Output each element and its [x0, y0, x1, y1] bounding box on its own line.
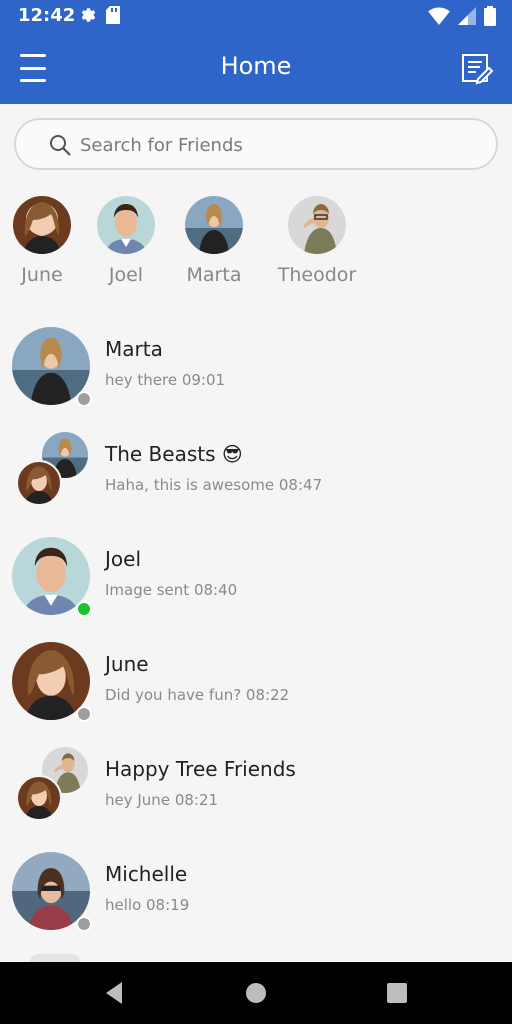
offline-status-dot — [76, 391, 92, 407]
avatar-wrap — [12, 537, 94, 619]
search-icon — [50, 135, 71, 156]
avatar-wrap — [12, 852, 94, 934]
avatar — [185, 196, 243, 254]
chat-item-marta[interactable]: Marta hey there 09:01 — [0, 327, 512, 431]
avatar — [13, 196, 71, 254]
system-navigation-bar — [0, 962, 512, 1024]
chat-item-joel[interactable]: Joel Image sent 08:40 — [0, 537, 512, 641]
chat-preview: hey there 09:01 — [105, 371, 226, 389]
chat-preview: hey June 08:21 — [105, 791, 219, 809]
avatar-wrap — [12, 327, 94, 409]
group-avatar — [12, 747, 94, 829]
chat-name: Happy Tree Friends — [105, 757, 296, 781]
chat-preview: hello 08:19 — [105, 896, 190, 914]
chat-item-happy-tree-friends[interactable]: Happy Tree Friends hey June 08:21 — [0, 747, 512, 851]
search-bar[interactable] — [14, 118, 498, 170]
chat-item-june[interactable]: June Did you have fun? 08:22 — [0, 642, 512, 746]
group-avatar — [12, 432, 94, 514]
battery-icon — [484, 6, 496, 26]
chat-name: The Beasts 😎 — [105, 442, 243, 466]
status-bar: 12:42 — [0, 0, 512, 32]
search-input[interactable] — [80, 130, 460, 160]
chat-preview: Image sent 08:40 — [105, 581, 238, 599]
page-title: Home — [220, 52, 292, 80]
story-marta[interactable]: Marta — [170, 196, 258, 286]
status-left-icons — [78, 6, 120, 24]
offline-status-dot — [76, 916, 92, 932]
story-label: June — [21, 264, 63, 286]
story-joel[interactable]: Joel — [82, 196, 170, 286]
sd-card-icon — [106, 6, 120, 24]
recents-icon[interactable] — [384, 980, 410, 1006]
chat-item-the-beasts[interactable]: The Beasts 😎 Haha, this is awesome 08:47 — [0, 432, 512, 536]
chat-preview: Haha, this is awesome 08:47 — [105, 476, 323, 494]
group-member-avatar — [16, 460, 62, 506]
cell-signal-icon — [458, 7, 476, 25]
group-member-avatar — [16, 775, 62, 821]
settings-gear-icon — [81, 8, 96, 22]
avatar — [288, 196, 346, 254]
story-label: Theodor — [277, 264, 357, 286]
back-icon[interactable] — [102, 980, 128, 1006]
story-june[interactable]: June — [0, 196, 86, 286]
chat-name: June — [105, 652, 149, 676]
friends-stories-row: June Joel Marta Theodor — [0, 194, 512, 294]
chat-item-michelle[interactable]: Michelle hello 08:19 — [0, 852, 512, 956]
app-bar: Home — [0, 32, 512, 104]
wifi-icon — [428, 7, 450, 25]
online-status-dot — [76, 601, 92, 617]
compose-message-icon[interactable] — [460, 52, 494, 86]
status-time: 12:42 — [18, 5, 76, 26]
story-theodor[interactable]: Theodor — [273, 196, 361, 286]
chat-name: Marta — [105, 337, 163, 361]
chat-name: Michelle — [105, 862, 188, 886]
status-right-icons — [428, 6, 496, 26]
avatar — [97, 196, 155, 254]
chat-preview: Did you have fun? 08:22 — [105, 686, 290, 704]
story-label: Marta — [186, 264, 242, 286]
story-label: Joel — [108, 264, 144, 286]
offline-status-dot — [76, 706, 92, 722]
avatar-wrap — [12, 642, 94, 724]
next-chat-avatar-peek — [30, 954, 80, 962]
home-icon[interactable] — [243, 980, 269, 1006]
chat-name: Joel — [105, 547, 141, 571]
